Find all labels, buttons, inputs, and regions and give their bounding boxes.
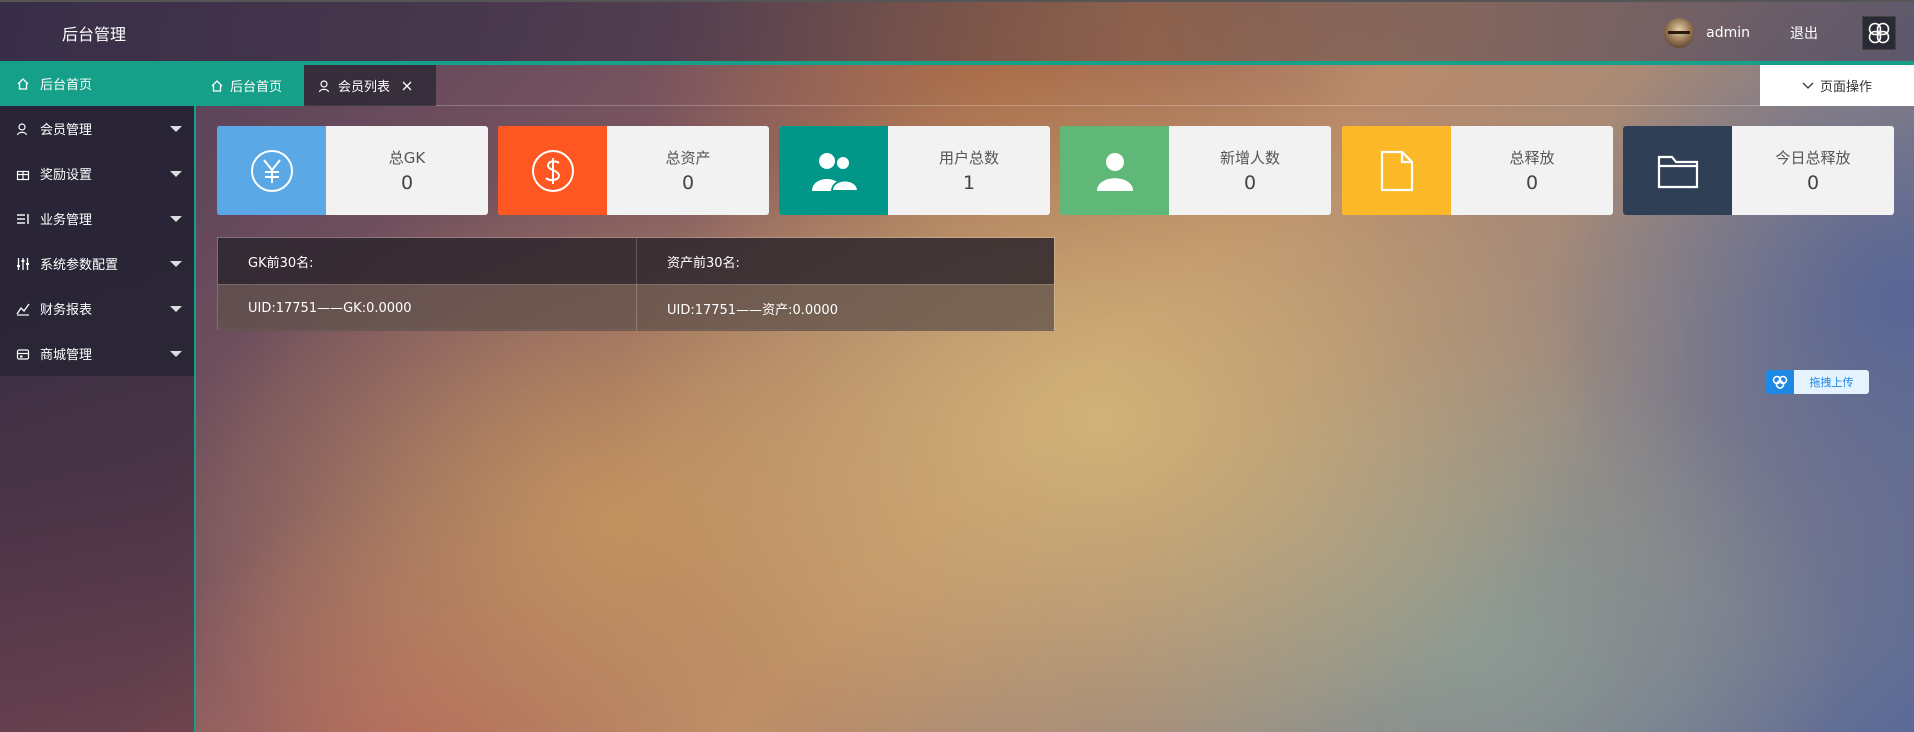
sidebar-item-system-config[interactable]: 系统参数配置 — [0, 241, 194, 286]
drag-upload-label: 拖拽上传 — [1794, 370, 1869, 394]
sidebar-item-label: 奖励设置 — [40, 168, 93, 183]
sidebar-menu: 后台首页 会员管理 奖励设置 业务管理 系统参数配置 财务报表 商城管理 — [0, 61, 194, 376]
table-row: UID:17751——GK:0.0000 UID:17751——资产:0.000… — [218, 284, 1054, 331]
stat-icon-box — [1060, 126, 1169, 215]
sidebar-item-label: 后台首页 — [40, 78, 93, 93]
user-icon — [16, 122, 30, 136]
gk-entry: UID:17751——GK:0.0000 — [248, 300, 412, 316]
user-area: admin 退出 — [1664, 2, 1914, 63]
stat-label: 新增人数 — [1219, 149, 1280, 167]
sliders-icon — [16, 257, 30, 271]
stat-icon-box — [1623, 126, 1732, 215]
home-icon — [210, 79, 224, 93]
sidebar-item-label: 财务报表 — [40, 303, 93, 318]
top-header: 后台管理 admin 退出 — [0, 0, 1914, 61]
gift-icon — [16, 167, 30, 181]
user-icon — [318, 79, 332, 93]
stat-label: 用户总数 — [938, 149, 999, 167]
stat-icon-box — [779, 126, 888, 215]
drag-upload-button[interactable]: 拖拽上传 — [1766, 370, 1869, 394]
home-icon — [16, 77, 30, 91]
stat-value: 0 — [400, 172, 414, 194]
stat-label: 今日总释放 — [1775, 149, 1851, 167]
stat-value: 1 — [962, 172, 976, 194]
avatar[interactable] — [1664, 17, 1695, 48]
stat-card-new-users: 新增人数 0 — [1060, 126, 1331, 215]
list-icon — [16, 212, 30, 226]
sidebar-item-label: 系统参数配置 — [40, 258, 119, 273]
table-header-row: GK前30名: 资产前30名: — [218, 238, 1054, 284]
folder-icon — [1657, 155, 1698, 188]
dollar-icon — [531, 149, 574, 192]
clover-icon — [1868, 22, 1890, 43]
sidebar-item-label: 商城管理 — [40, 348, 93, 363]
stat-value: 0 — [1243, 172, 1257, 194]
chevron-down-icon — [170, 351, 182, 357]
sidebar-item-finance[interactable]: 财务报表 — [0, 286, 194, 331]
file-icon — [1380, 150, 1413, 191]
tab-label: 会员列表 — [338, 80, 391, 95]
cloud-icon — [1766, 370, 1794, 394]
asset-top30-header: 资产前30名: — [636, 238, 1054, 284]
gk-top30-header: GK前30名: — [248, 255, 314, 271]
users-icon — [811, 152, 859, 192]
stat-icon-box — [217, 126, 326, 215]
sidebar-item-members[interactable]: 会员管理 — [0, 106, 194, 151]
sidebar-item-home[interactable]: 后台首页 — [0, 61, 194, 106]
stat-value: 0 — [1806, 172, 1820, 194]
sidebar-item-store[interactable]: 商城管理 — [0, 331, 194, 376]
chart-icon — [16, 302, 30, 316]
app-title: 后台管理 — [62, 25, 127, 44]
stat-value: 0 — [681, 172, 695, 194]
stat-value: 0 — [1525, 172, 1539, 194]
stat-card-total-users: 用户总数 1 — [779, 126, 1050, 215]
chevron-down-icon — [1802, 82, 1814, 90]
stat-label: 总GK — [388, 149, 426, 167]
chevron-down-icon — [170, 126, 182, 132]
stat-card-total-assets: 总资产 0 — [498, 126, 769, 215]
sidebar-item-label: 业务管理 — [40, 213, 93, 228]
stat-icon-box — [498, 126, 607, 215]
asset-entry: UID:17751——资产:0.0000 — [636, 285, 1054, 331]
stat-icon-box — [1342, 126, 1451, 215]
chevron-down-icon — [170, 171, 182, 177]
sidebar-item-business[interactable]: 业务管理 — [0, 196, 194, 241]
stat-label: 总资产 — [665, 149, 711, 167]
tab-home[interactable]: 后台首页 — [196, 65, 304, 106]
username[interactable]: admin — [1706, 25, 1750, 41]
chevron-down-icon — [170, 261, 182, 267]
stat-card-today-release: 今日总释放 0 — [1623, 126, 1894, 215]
sidebar-item-label: 会员管理 — [40, 123, 93, 138]
page-operations-button[interactable]: 页面操作 — [1760, 65, 1914, 106]
person-icon — [1096, 152, 1133, 191]
sidebar-item-rewards[interactable]: 奖励设置 — [0, 151, 194, 196]
page-operations-label: 页面操作 — [1819, 80, 1872, 95]
tab-member-list[interactable]: 会员列表 — [304, 65, 436, 106]
stat-card-total-release: 总释放 0 — [1342, 126, 1613, 215]
stat-card-total-gk: 总GK 0 — [217, 126, 488, 215]
close-icon[interactable] — [402, 81, 412, 91]
store-icon — [16, 347, 30, 361]
theme-switch-button[interactable] — [1862, 15, 1896, 50]
chevron-down-icon — [170, 216, 182, 222]
ranking-table: GK前30名: 资产前30名: UID:17751——GK:0.0000 UID… — [217, 237, 1055, 331]
tab-label: 后台首页 — [230, 80, 283, 95]
sidebar: 后台首页 会员管理 奖励设置 业务管理 系统参数配置 财务报表 商城管理 — [0, 61, 196, 732]
tab-bar: 后台首页 会员列表 页面操作 — [196, 65, 1914, 106]
logout-link[interactable]: 退出 — [1790, 23, 1818, 43]
chevron-down-icon — [170, 306, 182, 312]
yuan-icon — [250, 149, 293, 192]
stat-label: 总释放 — [1509, 149, 1555, 167]
